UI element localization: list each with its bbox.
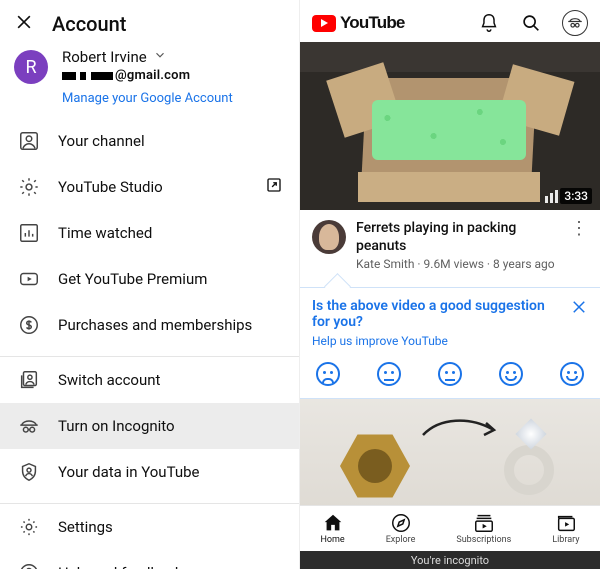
menu-youtube-studio[interactable]: YouTube Studio bbox=[0, 164, 299, 210]
video-duration: 3:33 bbox=[560, 188, 592, 204]
shield-person-icon bbox=[18, 461, 40, 483]
gear-icon bbox=[18, 176, 40, 198]
nav-home[interactable]: Home bbox=[320, 512, 344, 545]
menu-get-premium[interactable]: Get YouTube Premium bbox=[0, 256, 299, 302]
menu-label: Purchases and memberships bbox=[58, 316, 252, 334]
nav-label: Home bbox=[320, 535, 344, 545]
menu-label: Turn on Incognito bbox=[58, 417, 175, 435]
face-sad-icon[interactable] bbox=[377, 362, 401, 386]
email-suffix: @gmail.com bbox=[115, 68, 190, 83]
menu-settings[interactable]: Settings bbox=[0, 504, 299, 550]
menu-label: Time watched bbox=[58, 224, 152, 242]
incognito-bar: You're incognito bbox=[300, 551, 600, 569]
switch-account-icon bbox=[18, 369, 40, 391]
youtube-play-icon bbox=[312, 15, 336, 32]
menu-purchases[interactable]: Purchases and memberships bbox=[0, 302, 299, 348]
menu-incognito[interactable]: Turn on Incognito bbox=[0, 403, 299, 449]
face-very-happy-icon[interactable] bbox=[560, 362, 584, 386]
help-icon bbox=[18, 562, 40, 569]
search-icon[interactable] bbox=[520, 12, 542, 34]
arrow-icon bbox=[420, 413, 500, 443]
user-row[interactable]: R Robert Irvine @gmail.com Manage your G… bbox=[0, 44, 299, 110]
account-panel: Account R Robert Irvine @gmail.com Manag… bbox=[0, 0, 300, 569]
settings-icon bbox=[18, 516, 40, 538]
channel-avatar[interactable] bbox=[312, 220, 346, 254]
nav-library[interactable]: Library bbox=[552, 512, 579, 545]
account-header: Account bbox=[0, 0, 299, 44]
nav-label: Library bbox=[552, 535, 579, 545]
survey-notch bbox=[300, 277, 600, 289]
chevron-down-icon[interactable] bbox=[153, 48, 167, 66]
user-name: Robert Irvine bbox=[62, 48, 147, 66]
menu-help[interactable]: Help and feedback bbox=[0, 550, 299, 569]
avatar: R bbox=[14, 50, 48, 84]
menu-label: Your channel bbox=[58, 132, 145, 150]
menu-label: Switch account bbox=[58, 371, 160, 389]
incognito-icon bbox=[18, 415, 40, 437]
nav-label: Explore bbox=[386, 535, 416, 545]
close-icon[interactable] bbox=[14, 12, 34, 36]
youtube-icon bbox=[18, 268, 40, 290]
user-email: @gmail.com bbox=[62, 68, 233, 83]
face-neutral-icon[interactable] bbox=[438, 362, 462, 386]
face-happy-icon[interactable] bbox=[499, 362, 523, 386]
menu-time-watched[interactable]: Time watched bbox=[0, 210, 299, 256]
youtube-logo[interactable]: YouTube bbox=[312, 13, 405, 33]
video-meta-1[interactable]: Ferrets playing in packing peanuts Kate … bbox=[300, 210, 600, 277]
nav-explore[interactable]: Explore bbox=[386, 512, 416, 545]
video-subtitle: Kate Smith · 9.6M views · 8 years ago bbox=[356, 257, 558, 271]
menu-label: YouTube Studio bbox=[58, 178, 163, 196]
face-very-sad-icon[interactable] bbox=[316, 362, 340, 386]
close-icon[interactable] bbox=[570, 298, 588, 320]
account-menu: Your channel YouTube Studio Time watched… bbox=[0, 118, 299, 569]
account-avatar-incognito[interactable] bbox=[562, 10, 588, 36]
nav-subscriptions[interactable]: Subscriptions bbox=[456, 512, 511, 545]
user-name-row: Robert Irvine bbox=[62, 48, 233, 66]
nav-label: Subscriptions bbox=[456, 535, 511, 545]
menu-label: Settings bbox=[58, 518, 113, 536]
menu-your-channel[interactable]: Your channel bbox=[0, 118, 299, 164]
bottom-nav: Home Explore Subscriptions Library bbox=[300, 505, 600, 551]
bar-chart-icon bbox=[18, 222, 40, 244]
top-bar: YouTube bbox=[300, 0, 600, 42]
survey-question: Is the above video a good suggestion for… bbox=[312, 298, 588, 330]
menu-your-data[interactable]: Your data in YouTube bbox=[0, 449, 299, 495]
account-title: Account bbox=[52, 12, 126, 36]
more-menu-icon[interactable]: ⋮ bbox=[568, 220, 590, 271]
menu-label: Help and feedback bbox=[58, 564, 183, 569]
manage-account-link[interactable]: Manage your Google Account bbox=[62, 91, 233, 106]
dollar-icon bbox=[18, 314, 40, 336]
survey-subtext: Help us improve YouTube bbox=[312, 334, 588, 348]
youtube-feed: YouTube 3:33 Ferrets playing in packing … bbox=[300, 0, 600, 569]
survey-faces bbox=[312, 352, 588, 386]
menu-label: Get YouTube Premium bbox=[58, 270, 207, 288]
survey-card: Is the above video a good suggestion for… bbox=[300, 287, 600, 399]
menu-switch-account[interactable]: Switch account bbox=[0, 357, 299, 403]
external-link-icon bbox=[265, 176, 283, 198]
video-thumbnail-2[interactable] bbox=[300, 399, 600, 517]
video-title: Ferrets playing in packing peanuts bbox=[356, 220, 558, 255]
equalizer-icon bbox=[545, 190, 558, 203]
menu-label: Your data in YouTube bbox=[58, 463, 199, 481]
person-box-icon bbox=[18, 130, 40, 152]
bell-icon[interactable] bbox=[478, 12, 500, 34]
video-thumbnail-1[interactable]: 3:33 bbox=[300, 42, 600, 210]
youtube-wordmark: YouTube bbox=[340, 13, 405, 33]
